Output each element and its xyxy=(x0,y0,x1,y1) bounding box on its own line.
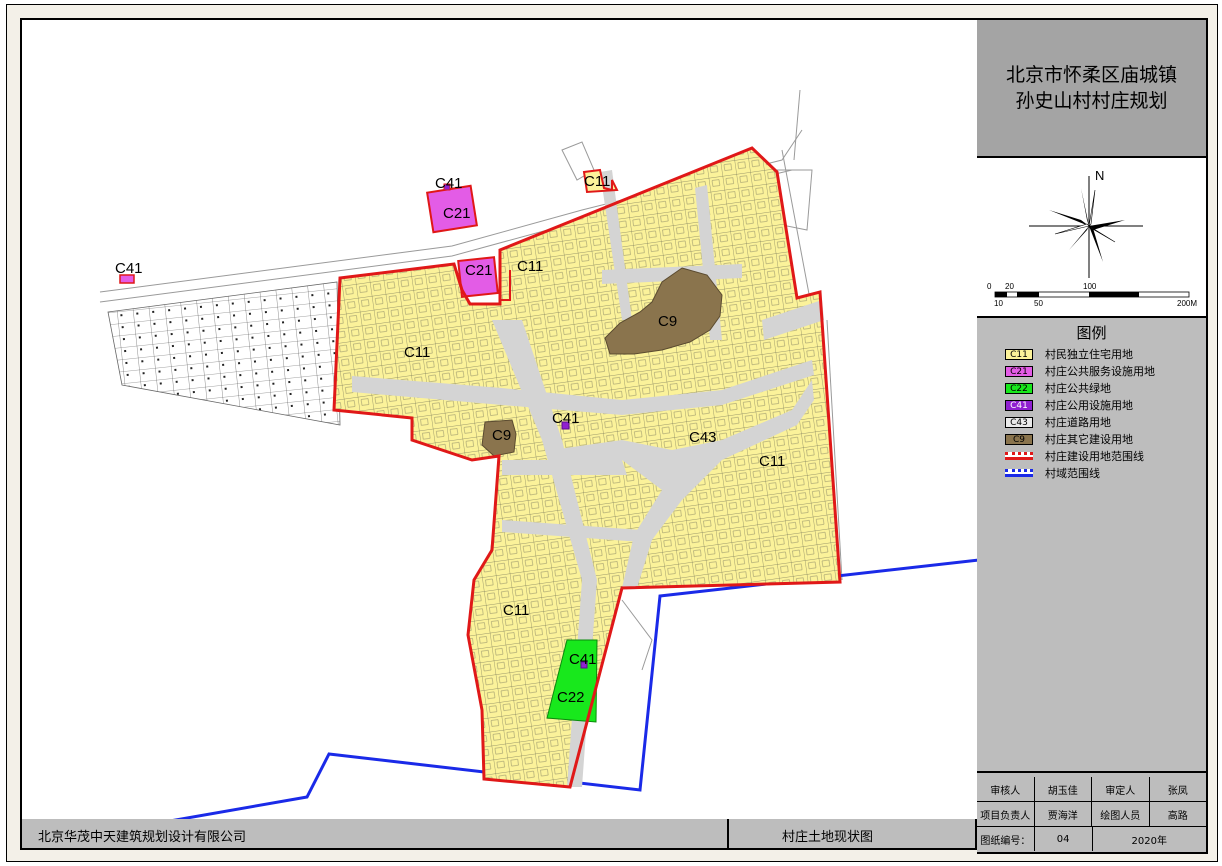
label-c21-b: C21 xyxy=(465,262,493,279)
legend-label: 村庄公用设施用地 xyxy=(1045,399,1133,412)
scale-50: 50 xyxy=(1034,299,1043,308)
swatch-c43: C43 xyxy=(1005,416,1033,428)
label-c21-a: C21 xyxy=(443,205,471,222)
scale-20: 20 xyxy=(1005,282,1014,291)
legend: 图例 C11 村民独立住宅用地 C21 村庄公共服务设施用地 C22 村庄公共绿… xyxy=(977,318,1206,773)
compass-scale-box: N 0 20 100 10 50 200M xyxy=(977,158,1206,318)
legend-label: 村庄公共服务设施用地 xyxy=(1045,365,1155,378)
label-c11-c: C11 xyxy=(404,344,430,361)
label-c11-e: C11 xyxy=(503,602,529,619)
approver-label: 审定人 xyxy=(1092,777,1150,801)
drawing-year: 2020年 xyxy=(1131,835,1167,847)
legend-item-c11: C11 村民独立住宅用地 xyxy=(1005,346,1133,362)
land-use-map: C41 C21 C11 C41 C21 C11 C9 C11 C9 C41 C4… xyxy=(99,89,980,823)
legend-label: 村庄道路用地 xyxy=(1045,416,1111,429)
label-c41-d: C41 xyxy=(569,651,597,668)
drafter-label: 绘图人员 xyxy=(1092,802,1150,826)
map-panel[interactable]: C41 C21 C11 C41 C21 C11 C9 C11 C9 C41 C4… xyxy=(20,18,981,823)
signature-row-2: 项目负责人 贾海洋 绘图人员 高路 xyxy=(977,802,1206,827)
north-arrow-icon: N 0 20 100 10 50 200M xyxy=(987,168,1197,308)
swatch-red-line xyxy=(1005,452,1033,460)
signature-block: 审核人 胡玉佳 审定人 张凤 项目负责人 贾海洋 绘图人员 高路 图纸编号： 0… xyxy=(977,773,1206,852)
scale-10: 10 xyxy=(994,299,1003,308)
label-c41-c: C41 xyxy=(552,410,580,427)
reviewer-label: 审核人 xyxy=(977,777,1035,801)
legend-item-blue-line: 村域范围线 xyxy=(1005,465,1100,481)
legend-item-red-line: 村庄建设用地范围线 xyxy=(1005,448,1144,464)
footer-divider xyxy=(727,819,729,848)
legend-heading: 图例 xyxy=(1076,324,1107,342)
swatch-c22: C22 xyxy=(1005,382,1033,394)
drawing-number-label: 图纸编号： xyxy=(977,827,1035,851)
label-c11-d: C11 xyxy=(759,453,785,470)
company-name: 北京华茂中天建筑规划设计有限公司 xyxy=(38,830,247,845)
legend-label: 村庄建设用地范围线 xyxy=(1045,450,1144,463)
label-c41-a: C41 xyxy=(435,175,463,192)
legend-label: 村民独立住宅用地 xyxy=(1045,348,1133,361)
label-c41-b: C41 xyxy=(115,260,143,277)
legend-item-c41: C41 村庄公用设施用地 xyxy=(1005,397,1133,413)
legend-label: 村域范围线 xyxy=(1045,467,1100,480)
label-c9-a: C9 xyxy=(658,313,677,330)
plan-name: 村庄土地现状图 xyxy=(782,830,874,845)
legend-label: 村庄公共绿地 xyxy=(1045,382,1111,395)
scale-100: 100 xyxy=(1083,282,1097,291)
swatch-c9: C9 xyxy=(1005,433,1033,445)
scale-0: 0 xyxy=(987,282,992,291)
reviewer-name: 胡玉佳 xyxy=(1035,777,1092,801)
legend-label: 村庄其它建设用地 xyxy=(1045,433,1133,446)
label-c9-b: C9 xyxy=(492,427,511,444)
drawing-number: 04 xyxy=(1035,827,1093,851)
project-lead-label: 项目负责人 xyxy=(977,802,1035,826)
signature-row-3: 图纸编号： 04 2020年 xyxy=(977,827,1206,851)
swatch-c21: C21 xyxy=(1005,365,1033,377)
swatch-blue-line xyxy=(1005,469,1033,477)
label-c11-b: C11 xyxy=(517,258,543,275)
drafter-name: 高路 xyxy=(1167,810,1188,822)
approver-name: 张凤 xyxy=(1167,785,1188,797)
scale-200m: 200M xyxy=(1177,299,1197,308)
legend-item-c21: C21 村庄公共服务设施用地 xyxy=(1005,363,1155,379)
legend-item-c9: C9 村庄其它建设用地 xyxy=(1005,431,1133,447)
label-c11-a: C11 xyxy=(584,173,610,190)
label-c22: C22 xyxy=(557,689,585,706)
plan-title-line2: 孙史山村村庄规划 xyxy=(1015,90,1168,112)
footer-bar: 北京华茂中天建筑规划设计有限公司 村庄土地现状图 xyxy=(20,819,977,850)
plan-title-line1: 北京市怀柔区庙城镇 xyxy=(1005,64,1177,86)
swatch-c41: C41 xyxy=(1005,399,1033,411)
legend-item-c22: C22 村庄公共绿地 xyxy=(1005,380,1111,396)
project-lead-name: 贾海洋 xyxy=(1035,802,1092,826)
swatch-c11: C11 xyxy=(1005,348,1033,360)
title-block: 北京市怀柔区庙城镇 孙史山村村庄规划 N 0 20 100 10 50 200M xyxy=(977,18,1208,854)
legend-item-c43: C43 村庄道路用地 xyxy=(1005,414,1111,430)
north-label: N xyxy=(1095,168,1104,183)
signature-row-1: 审核人 胡玉佳 审定人 张凤 xyxy=(977,777,1206,802)
label-c43: C43 xyxy=(689,429,717,446)
plan-title-box: 北京市怀柔区庙城镇 孙史山村村庄规划 xyxy=(977,20,1206,158)
